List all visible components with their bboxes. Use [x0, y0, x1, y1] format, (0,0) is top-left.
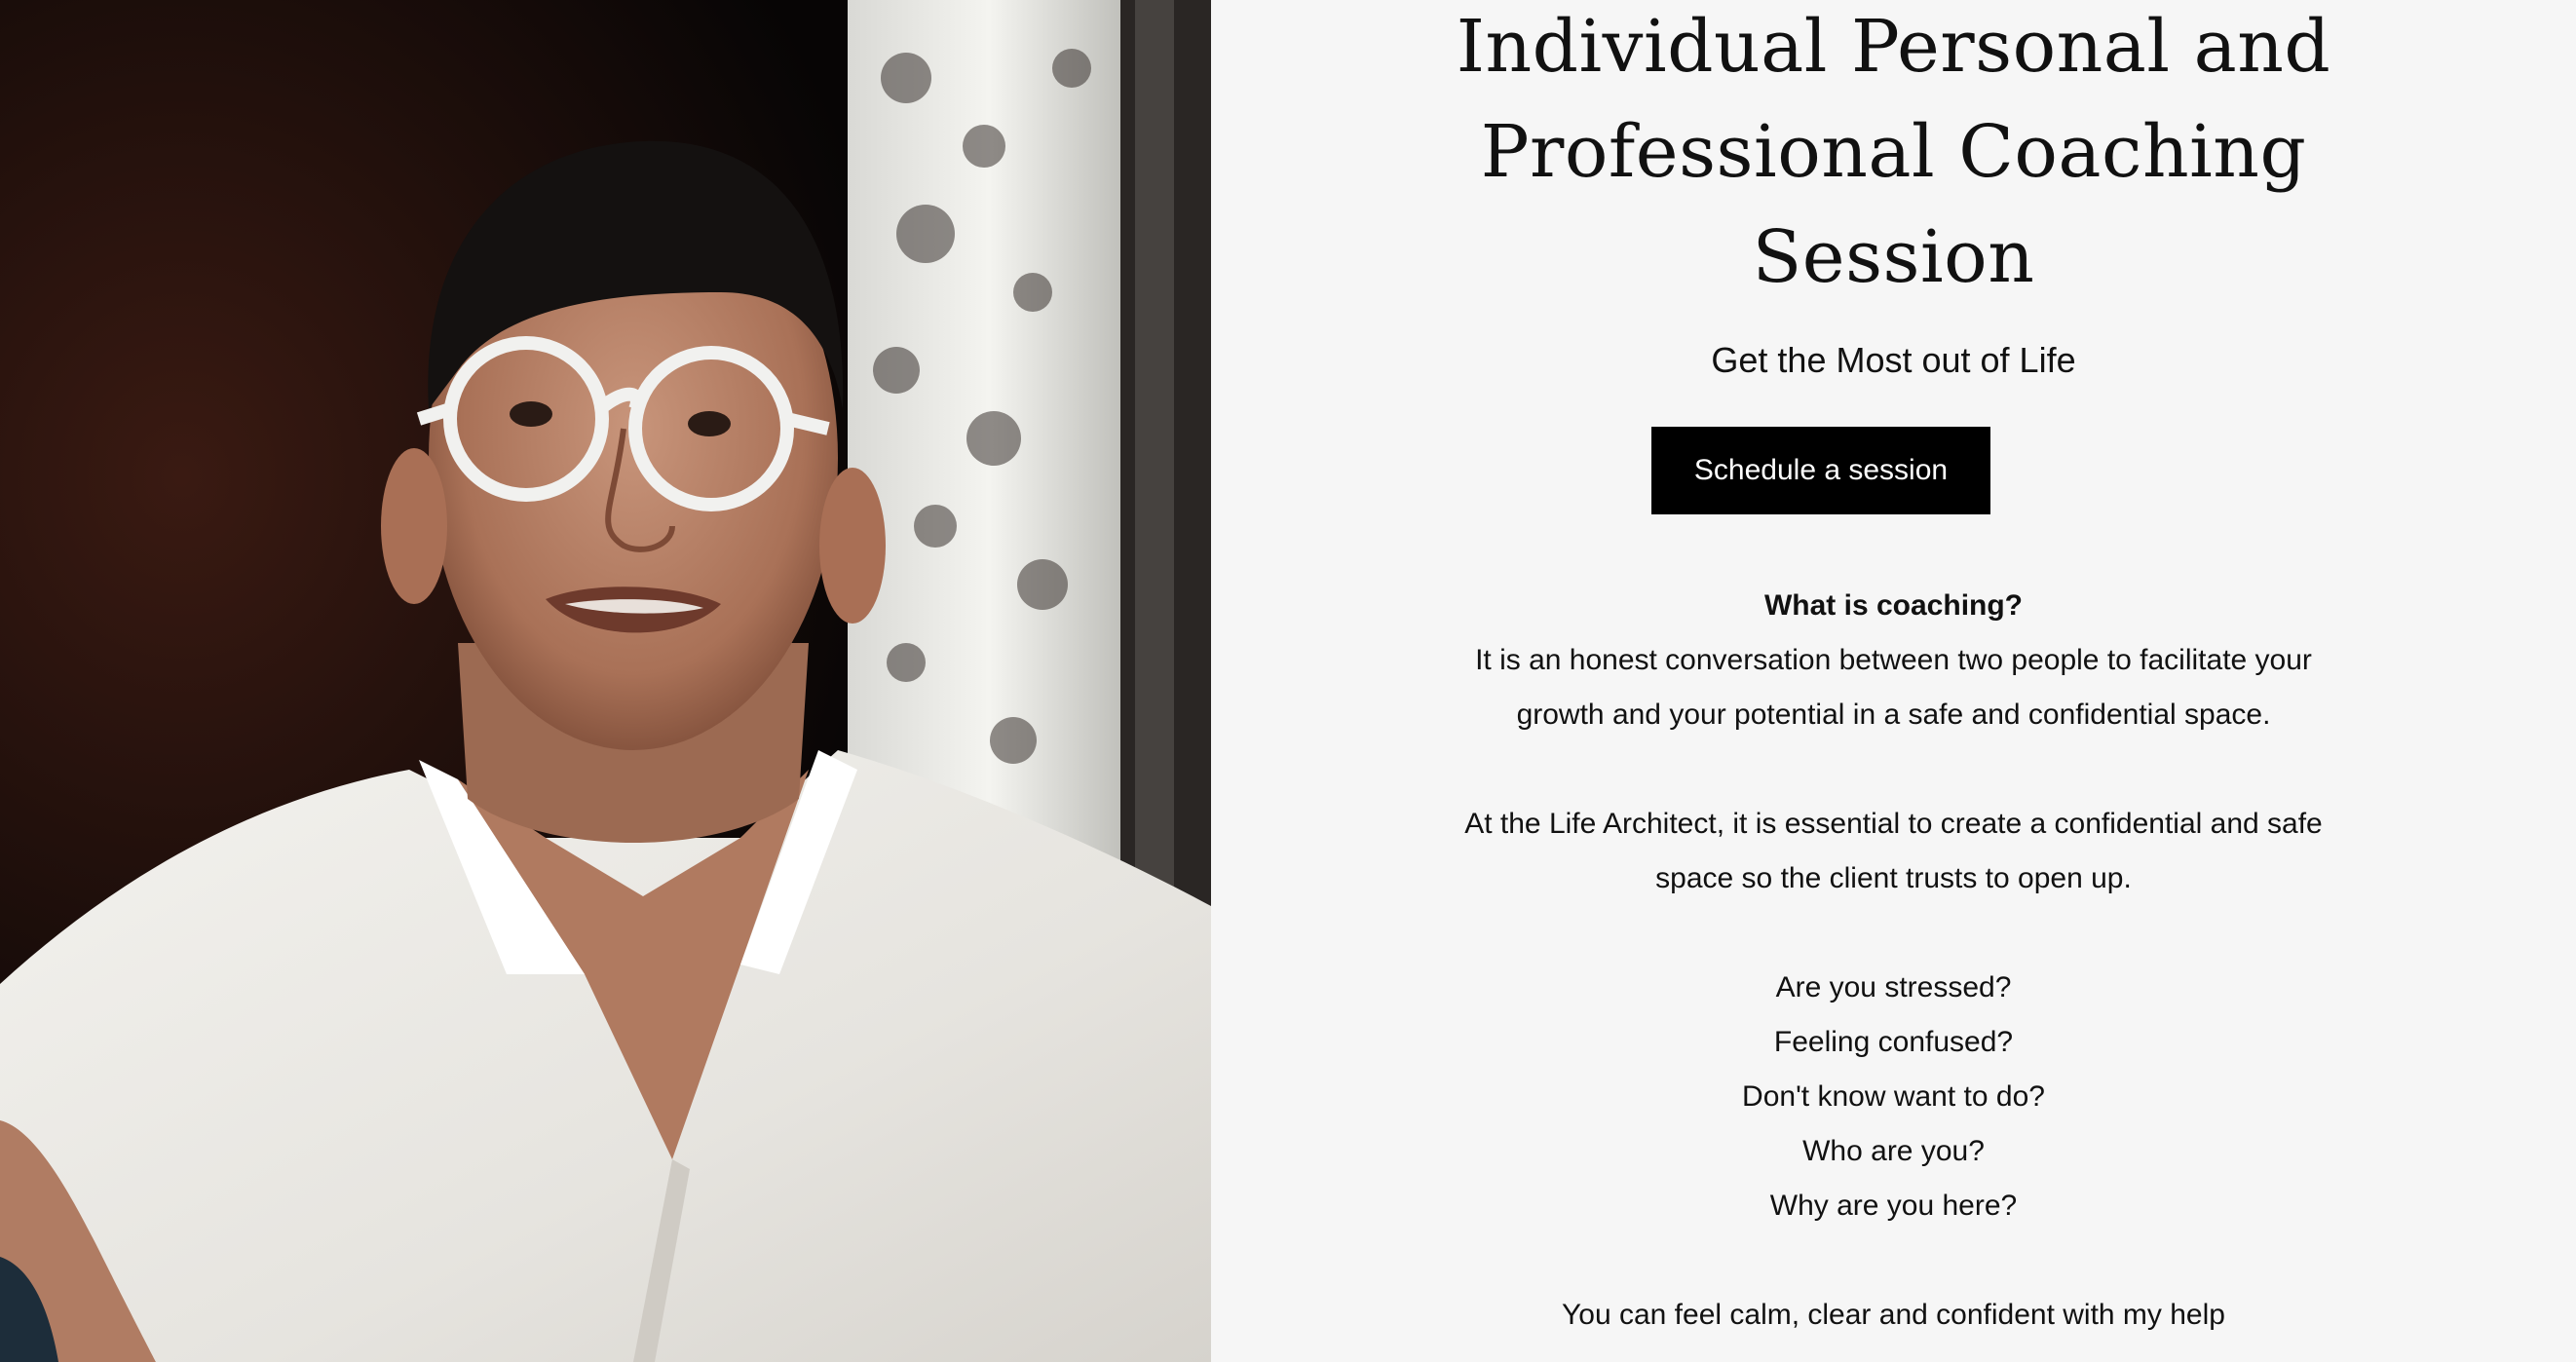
- paragraph-line: It is an honest conversation between two…: [1475, 644, 2312, 676]
- title-line: Session: [1752, 215, 2035, 299]
- question-item: Who are you?: [1802, 1135, 1985, 1167]
- coaching-description: What is coaching? It is an honest conver…: [1211, 579, 2576, 1343]
- question-item: Are you stressed?: [1775, 971, 2012, 1003]
- paragraph-line: growth and your potential in a safe and …: [1516, 699, 2271, 731]
- question-item: Feeling confused?: [1773, 1026, 2014, 1058]
- page-title: Individual Personal and Professional Coa…: [1407, 0, 2381, 310]
- question-item: Don't know want to do?: [1742, 1080, 2045, 1113]
- page-subtitle: Get the Most out of Life: [1711, 340, 2076, 380]
- content-panel: Individual Personal and Professional Coa…: [1211, 0, 2576, 1362]
- title-line: Professional Coaching: [1480, 110, 2307, 194]
- closing-statement: You can feel calm, clear and confident w…: [1562, 1299, 2225, 1331]
- page: Individual Personal and Professional Coa…: [0, 0, 2576, 1362]
- paragraph-line: At the Life Architect, it is essential t…: [1464, 808, 2323, 840]
- title-line: Individual Personal and: [1456, 5, 2331, 89]
- paragraph-line: space so the client trusts to open up.: [1655, 862, 2132, 894]
- hero-photo: [0, 0, 1211, 1362]
- section-heading: What is coaching?: [1763, 589, 2024, 622]
- question-item: Why are you here?: [1769, 1190, 2018, 1222]
- schedule-session-button[interactable]: Schedule a session: [1651, 427, 1990, 514]
